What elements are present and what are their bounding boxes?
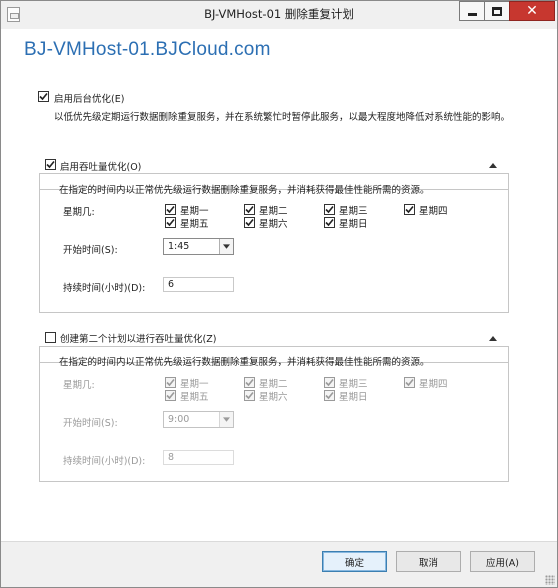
check-icon	[39, 92, 48, 101]
second-schedule-checkbox[interactable]	[45, 332, 56, 343]
second-day-label-friday: 星期五	[180, 392, 209, 403]
second-day-checkbox-friday[interactable]	[165, 390, 176, 401]
start-time-label: 开始时间(S):	[63, 245, 118, 256]
check-icon	[325, 391, 334, 400]
day-label-sunday: 星期日	[339, 219, 368, 230]
resize-grip-icon[interactable]	[545, 575, 555, 585]
second-day-label-sunday: 星期日	[339, 392, 368, 403]
check-icon	[325, 378, 334, 387]
second-duration-label: 持续时间(小时)(D):	[63, 456, 146, 467]
dialog-footer: 确定 取消 应用(A)	[1, 541, 557, 587]
chevron-up-icon	[489, 335, 497, 341]
day-checkbox-friday[interactable]	[165, 217, 176, 228]
close-button[interactable]: ✕	[509, 1, 555, 21]
second-schedule-description: 在指定的时间内以正常优先级运行数据删除重复服务，并消耗获得最佳性能所需的资源。	[59, 357, 430, 368]
check-icon	[166, 391, 175, 400]
second-day-checkbox-thursday[interactable]	[404, 377, 415, 388]
start-time-value: 1:45	[168, 241, 190, 252]
weekday-label: 星期几:	[63, 207, 95, 218]
throughput-optimization-label: 启用吞吐量优化(O)	[60, 162, 142, 173]
second-start-time-label: 开始时间(S):	[63, 418, 118, 429]
second-day-label-saturday: 星期六	[259, 392, 288, 403]
host-name-heading: BJ-VMHost-01.BJCloud.com	[24, 39, 271, 60]
day-label-monday: 星期一	[180, 206, 209, 217]
maximize-button[interactable]	[484, 1, 510, 21]
duration-value: 6	[168, 279, 175, 290]
check-icon	[405, 205, 414, 214]
check-icon	[46, 160, 55, 169]
dropdown-button[interactable]	[219, 412, 233, 427]
throughput-collapse-button[interactable]	[488, 161, 498, 169]
check-icon	[166, 205, 175, 214]
day-checkbox-monday[interactable]	[165, 204, 176, 215]
day-label-friday: 星期五	[180, 219, 209, 230]
check-icon	[405, 378, 414, 387]
second-day-checkbox-wednesday[interactable]	[324, 377, 335, 388]
second-day-checkbox-tuesday[interactable]	[244, 377, 255, 388]
second-day-label-tuesday: 星期二	[259, 379, 288, 390]
check-icon	[325, 205, 334, 214]
day-label-saturday: 星期六	[259, 219, 288, 230]
close-icon: ✕	[526, 3, 538, 19]
second-day-checkbox-saturday[interactable]	[244, 390, 255, 401]
day-checkbox-wednesday[interactable]	[324, 204, 335, 215]
check-icon	[166, 378, 175, 387]
minimize-button[interactable]	[459, 1, 485, 21]
check-icon	[245, 378, 254, 387]
second-duration-input[interactable]: 8	[163, 450, 234, 465]
check-icon	[245, 205, 254, 214]
cancel-button[interactable]: 取消	[396, 551, 461, 572]
start-time-select[interactable]: 1:45	[163, 238, 234, 255]
duration-label: 持续时间(小时)(D):	[63, 283, 146, 294]
background-optimization-description: 以低优先级定期运行数据删除重复服务，并在系统繁忙时暂停此服务，以最大程度地降低对…	[54, 112, 511, 123]
second-day-label-monday: 星期一	[180, 379, 209, 390]
apply-button[interactable]: 应用(A)	[470, 551, 535, 572]
check-icon	[245, 391, 254, 400]
maximize-icon	[492, 6, 502, 16]
second-start-time-value: 9:00	[168, 414, 190, 425]
chevron-up-icon	[489, 162, 497, 168]
second-day-label-wednesday: 星期三	[339, 379, 368, 390]
title-bar[interactable]: BJ-VMHost-01 删除重复计划 ✕	[1, 1, 557, 29]
day-label-tuesday: 星期二	[259, 206, 288, 217]
day-checkbox-tuesday[interactable]	[244, 204, 255, 215]
minimize-icon	[467, 12, 477, 16]
second-schedule-label: 创建第二个计划以进行吞吐量优化(Z)	[60, 334, 217, 345]
second-schedule-collapse-button[interactable]	[488, 334, 498, 342]
second-day-checkbox-monday[interactable]	[165, 377, 176, 388]
throughput-description: 在指定的时间内以正常优先级运行数据删除重复服务，并消耗获得最佳性能所需的资源。	[59, 185, 430, 196]
dialog-window: BJ-VMHost-01 删除重复计划 ✕ BJ-VMHost-01.BJClo…	[0, 0, 558, 588]
day-checkbox-sunday[interactable]	[324, 217, 335, 228]
chevron-down-icon	[223, 244, 230, 249]
second-day-label-thursday: 星期四	[419, 379, 448, 390]
check-icon	[166, 218, 175, 227]
second-weekday-label: 星期几:	[63, 380, 95, 391]
dropdown-button[interactable]	[219, 239, 233, 254]
second-start-time-select[interactable]: 9:00	[163, 411, 234, 428]
day-label-wednesday: 星期三	[339, 206, 368, 217]
ok-button[interactable]: 确定	[322, 551, 387, 572]
background-optimization-label: 启用后台优化(E)	[54, 94, 125, 105]
throughput-optimization-checkbox[interactable]	[45, 159, 56, 170]
duration-input[interactable]: 6	[163, 277, 234, 292]
check-icon	[245, 218, 254, 227]
check-icon	[325, 218, 334, 227]
day-checkbox-saturday[interactable]	[244, 217, 255, 228]
day-checkbox-thursday[interactable]	[404, 204, 415, 215]
second-duration-value: 8	[168, 452, 175, 463]
background-optimization-checkbox[interactable]	[38, 91, 49, 102]
chevron-down-icon	[223, 417, 230, 422]
day-label-thursday: 星期四	[419, 206, 448, 217]
second-day-checkbox-sunday[interactable]	[324, 390, 335, 401]
